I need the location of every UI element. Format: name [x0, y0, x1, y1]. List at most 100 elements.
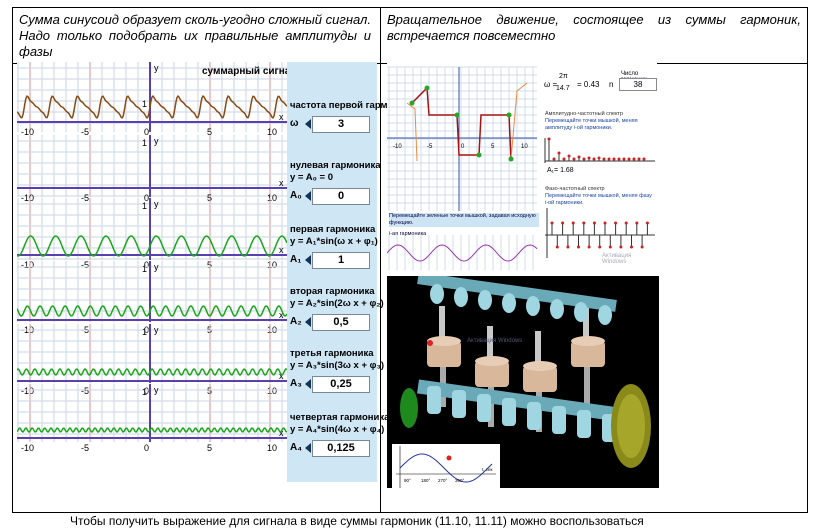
piston-top	[523, 361, 557, 371]
amp-point	[567, 154, 571, 158]
x-label: x	[279, 112, 284, 122]
x-label: x	[279, 178, 284, 188]
tick-label: -5	[81, 386, 89, 396]
decrement-arrow-icon[interactable]	[305, 191, 311, 201]
harmonic-formula: y = A₁*sin(ω x + φ₁)	[290, 236, 378, 247]
amp-point	[642, 157, 646, 161]
amp-point	[557, 151, 561, 155]
tick-label: 10	[267, 127, 277, 137]
phase-point	[577, 245, 580, 249]
tick-label: -10	[21, 127, 34, 137]
y-label: y	[154, 199, 159, 209]
phase-title: Фазо-частотный спектр	[545, 186, 605, 192]
amp-hint: Перемещайте точки мышкой, меняя амплитуд…	[545, 118, 638, 131]
gear-green	[400, 388, 418, 428]
n-field[interactable]: 38	[619, 78, 657, 91]
harmonics-plots: -10-505101yx-10-505101yx-10-505101yx-10-…	[17, 62, 287, 482]
crank-web	[452, 390, 466, 418]
y-label: y	[154, 136, 159, 146]
cam-lobe	[526, 296, 540, 316]
one-label: 1	[142, 99, 147, 109]
inset-point	[446, 455, 452, 461]
tick-label: 10	[267, 260, 277, 270]
amp-point	[592, 157, 596, 161]
value-field[interactable]: 1	[312, 252, 370, 269]
phase-point	[587, 245, 591, 249]
amp-point	[607, 157, 611, 161]
controls-panel: частота первой гармоники ω 3 нулевая гармон…	[287, 62, 415, 482]
value-field[interactable]: 0,5	[312, 314, 370, 331]
drag-point	[476, 152, 482, 158]
one-label: 1	[142, 327, 147, 337]
phase-point	[630, 245, 633, 249]
drag-hint: Перемещайте зеленые точки мышкой, задава…	[389, 213, 539, 227]
param-name: A₄	[290, 442, 302, 453]
phase-point	[608, 245, 612, 249]
a1-label: A₁= 1.68	[547, 167, 574, 174]
decrement-arrow-icon[interactable]	[305, 255, 311, 265]
param-name: ω	[290, 118, 299, 129]
signal-title: суммарный сигнал	[202, 66, 297, 77]
phase-point	[598, 245, 602, 249]
camshaft	[417, 276, 617, 312]
t-label: t, сек	[482, 467, 493, 472]
drag-point	[506, 112, 512, 118]
amp-point	[622, 157, 626, 161]
amp-point	[577, 155, 581, 159]
phase-point	[635, 221, 639, 225]
harmonic-formula: y = A₄*sin(4ω x + φ₄)	[290, 424, 385, 435]
tick-label: -5	[427, 144, 433, 150]
value-field[interactable]: 0,125	[312, 440, 370, 457]
x-label: x	[279, 245, 284, 255]
cam-lobe	[430, 284, 444, 304]
one-label: 1	[142, 264, 147, 274]
cam-lobe	[550, 299, 564, 319]
amp-point	[637, 157, 641, 161]
drag-point	[424, 85, 430, 91]
harmonic-formula: y = A₀ = 0	[290, 172, 334, 183]
amp-point	[562, 157, 566, 161]
phase-point	[592, 221, 596, 225]
n-label: n	[609, 80, 614, 89]
crank-web	[427, 386, 441, 414]
decrement-arrow-icon[interactable]	[305, 443, 311, 453]
phase-point	[624, 221, 628, 225]
drag-point	[409, 100, 415, 106]
amp-point	[632, 157, 636, 161]
spectrum-applet: -10 -5 0 5 10 Перемещайте зеленые точки мышк…	[387, 63, 657, 270]
amp-point	[612, 157, 616, 161]
harmonic-bg	[387, 235, 537, 270]
value-field[interactable]: 3	[312, 116, 370, 133]
decrement-arrow-icon[interactable]	[305, 119, 311, 129]
angle-label: 360°	[455, 478, 465, 483]
value-field[interactable]: 0	[312, 188, 370, 205]
amp-point	[582, 157, 586, 161]
piston-top	[475, 356, 509, 366]
right-caption: Вращательное движение, состоящее из сумм…	[387, 12, 801, 43]
tick-label: -10	[21, 386, 34, 396]
phase-point	[582, 221, 586, 225]
decrement-arrow-icon[interactable]	[305, 317, 311, 327]
amp-point	[597, 156, 601, 160]
value-field[interactable]: 0,25	[312, 376, 370, 393]
angle-graph: 90° 180° 270° 360° t, сек	[396, 446, 496, 488]
drag-point	[508, 156, 514, 162]
phase-point	[603, 221, 607, 225]
cam-lobe	[454, 287, 468, 307]
tick-label: -10	[393, 144, 402, 150]
angle-label: 90°	[404, 478, 411, 483]
watermark-3d: Активация Windows	[467, 338, 523, 344]
crank-web	[477, 394, 491, 422]
tick-label: 10	[267, 443, 277, 453]
amp-point	[552, 157, 556, 161]
decrement-arrow-icon[interactable]	[305, 379, 311, 389]
amp-point	[587, 156, 591, 160]
harmonic-label: i-ая гармоника	[389, 231, 427, 237]
harmonic-formula: y = A₂*sin(2ω x + φ₂)	[290, 298, 384, 309]
y-label: y	[154, 63, 159, 73]
harmonic-title: нулевая гармоника	[290, 160, 381, 171]
amp-point	[547, 137, 551, 141]
phase-point	[555, 245, 559, 249]
y-label: y	[154, 262, 159, 272]
tick-label: 10	[267, 193, 277, 203]
